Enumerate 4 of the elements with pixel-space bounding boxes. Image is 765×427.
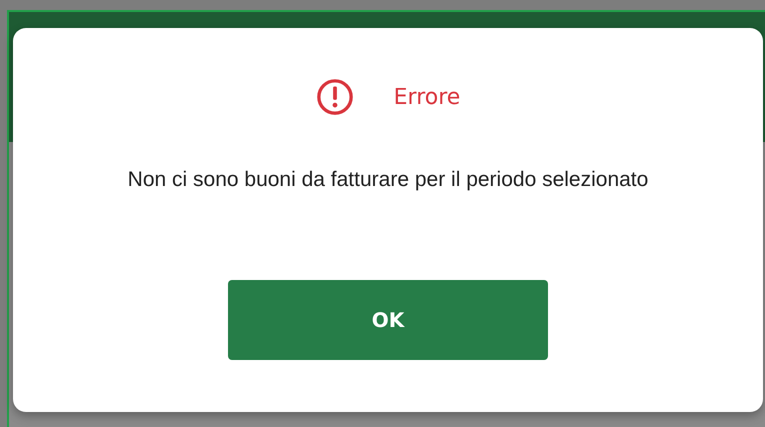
error-icon — [316, 78, 354, 116]
dialog-message: Non ci sono buoni da fatturare per il periodo selezionato — [128, 168, 648, 192]
dialog-title: Errore — [394, 84, 460, 110]
ok-button[interactable]: OK — [228, 280, 548, 360]
